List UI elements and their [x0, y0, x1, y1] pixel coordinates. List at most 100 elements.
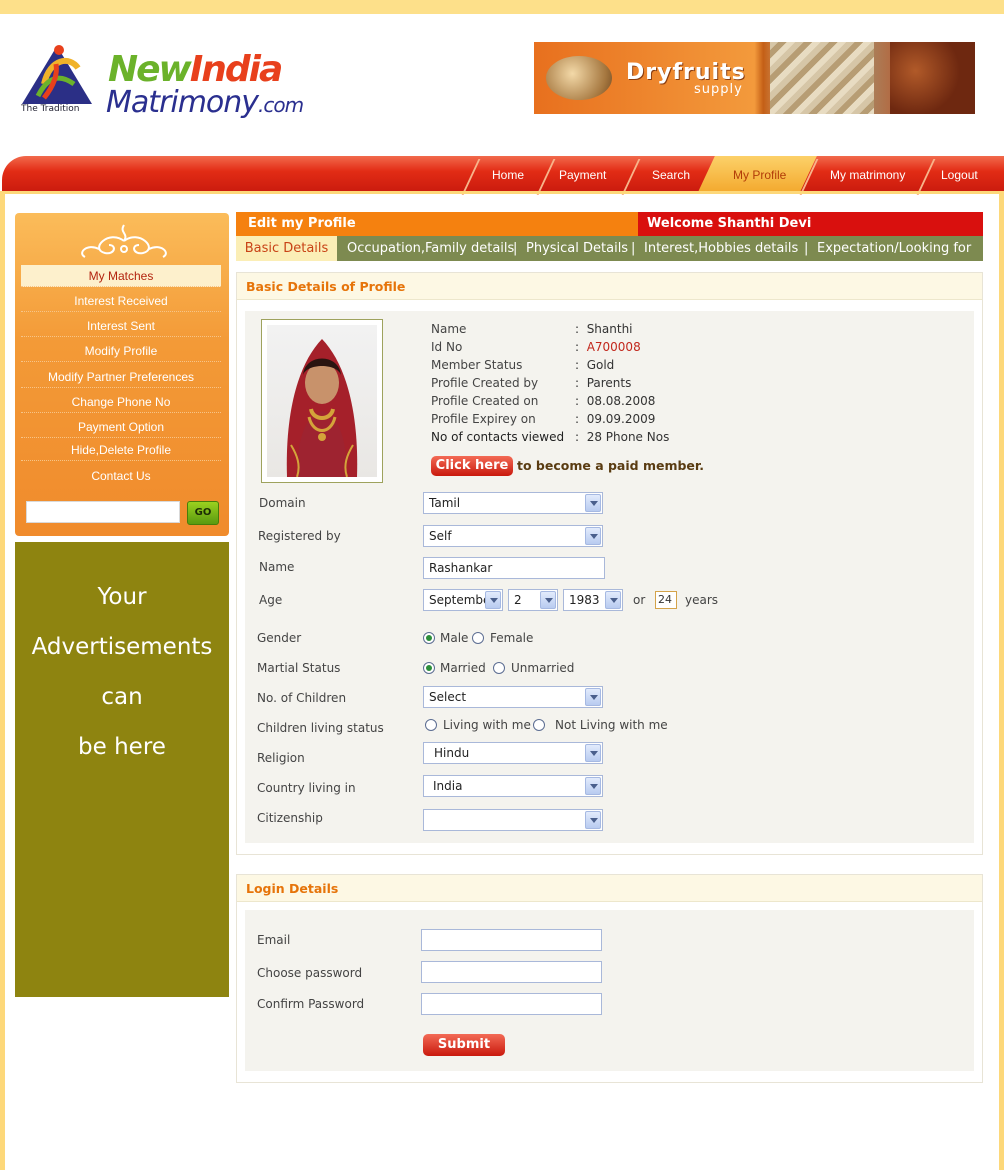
gender-female-radio[interactable] — [472, 632, 484, 644]
almonds-image — [770, 42, 874, 114]
logo-wordmark-top: NewIndia — [108, 49, 283, 90]
advertisement-box[interactable]: Your Advertisements can be here — [15, 542, 229, 997]
birth-month-select[interactable]: Septembe — [423, 589, 503, 611]
domain-select[interactable]: Tamil — [423, 492, 603, 514]
tab-interest-hobbies[interactable]: Interest,Hobbies details — [644, 236, 798, 261]
ornament-icon — [81, 224, 167, 258]
email-input[interactable] — [421, 929, 602, 951]
gender-male-radio[interactable] — [423, 632, 435, 644]
confirm-password-input[interactable] — [421, 993, 602, 1015]
age-years-input[interactable]: 24 — [655, 591, 677, 609]
top-strip — [0, 0, 1004, 14]
religion-select[interactable]: Hindu — [423, 742, 603, 764]
tab-occupation-family[interactable]: Occupation,Family details — [347, 236, 514, 261]
country-select[interactable]: India — [423, 775, 603, 797]
info-value-contacts: : 28 Phone Nos — [575, 430, 670, 444]
chevron-down-icon — [585, 744, 601, 762]
ad-text-line: be here — [78, 734, 166, 760]
birth-day-select[interactable]: 2 — [508, 589, 558, 611]
name-label: Name — [259, 560, 295, 574]
tab-expectation[interactable]: Expectation/Looking for — [817, 236, 971, 261]
login-details-body: Email Choose password Confirm Password S… — [245, 910, 974, 1071]
nav-payment[interactable]: Payment — [559, 168, 606, 182]
living-with-me-radio[interactable] — [425, 719, 437, 731]
gender-label: Gender — [257, 631, 302, 645]
info-label-expiry: Profile Expirey on — [431, 412, 536, 426]
children-select[interactable]: Select — [423, 686, 603, 708]
basic-details-body: Name Id No Member Status Profile Created… — [245, 311, 974, 843]
ad-text-line: Advertisements — [31, 634, 213, 660]
info-value-id: : A700008 — [575, 340, 641, 354]
info-label-status: Member Status — [431, 358, 523, 372]
ad-text-line: Your — [97, 584, 147, 610]
menu-hide-delete-profile[interactable]: Hide,Delete Profile — [21, 439, 221, 461]
age-or-text: or — [633, 593, 646, 607]
welcome-message: Welcome Shanthi Devi — [638, 212, 983, 236]
sidebar-search-input[interactable] — [26, 501, 180, 523]
religion-label: Religion — [257, 751, 305, 765]
paid-member-text: to become a paid member. — [517, 458, 705, 473]
nav-home[interactable]: Home — [492, 168, 524, 182]
profile-photo-frame[interactable] — [261, 319, 383, 483]
info-label-created-by: Profile Created by — [431, 376, 539, 390]
ad-text-line: can — [101, 684, 143, 710]
country-label: Country living in — [257, 781, 356, 795]
chevron-down-icon — [485, 591, 501, 609]
registered-by-select[interactable]: Self — [423, 525, 603, 547]
info-value-created-by: : Parents — [575, 376, 632, 390]
banner-subtitle: supply — [694, 82, 743, 97]
basic-details-title: Basic Details of Profile — [237, 273, 982, 300]
menu-interest-sent[interactable]: Interest Sent — [21, 315, 221, 337]
domain-label: Domain — [259, 496, 306, 510]
profile-photo — [267, 325, 377, 477]
registered-by-label: Registered by — [258, 529, 341, 543]
nav-logout[interactable]: Logout — [941, 168, 978, 182]
chevron-down-icon — [585, 688, 601, 706]
logo-wordmark-bottom: Matrimony.com — [106, 85, 304, 120]
confirm-password-label: Confirm Password — [257, 997, 365, 1011]
chevron-down-icon — [585, 777, 601, 795]
info-label-name: Name — [431, 322, 467, 336]
marital-status-label: Martial Status — [257, 661, 341, 675]
menu-modify-partner-preferences[interactable]: Modify Partner Preferences — [21, 366, 221, 388]
tab-physical-details[interactable]: Physical Details — [526, 236, 628, 261]
go-button[interactable]: GO — [187, 501, 219, 525]
submit-button[interactable]: Submit — [423, 1034, 505, 1056]
menu-payment-option[interactable]: Payment Option — [21, 416, 221, 438]
email-label: Email — [257, 933, 291, 947]
not-living-with-me-radio[interactable] — [533, 719, 545, 731]
citizenship-select[interactable] — [423, 809, 603, 831]
nav-my-matrimony[interactable]: My matrimony — [830, 168, 905, 182]
name-input[interactable]: Rashankar — [423, 557, 605, 579]
info-label-id: Id No — [431, 340, 463, 354]
menu-interest-received[interactable]: Interest Received — [21, 290, 221, 312]
living-with-me-label: Living with me — [443, 718, 531, 732]
site-logo[interactable]: The Tradition NewIndia Matrimony.com — [18, 40, 328, 130]
password-input[interactable] — [421, 961, 602, 983]
menu-modify-profile[interactable]: Modify Profile — [21, 340, 221, 362]
gender-female-label: Female — [490, 631, 534, 645]
spices-image — [890, 42, 975, 114]
chevron-down-icon — [585, 527, 601, 545]
menu-contact-us[interactable]: Contact Us — [21, 465, 221, 487]
ad-banner[interactable]: Dryfruits supply — [534, 42, 975, 114]
marital-married-radio[interactable] — [423, 662, 435, 674]
marital-unmarried-radio[interactable] — [493, 662, 505, 674]
main-nav: Home Payment Search My Profile My matrim… — [0, 156, 1004, 195]
sidebar: My Matches Interest Received Interest Se… — [15, 213, 229, 536]
click-here-button[interactable]: Click here — [431, 456, 513, 476]
menu-my-matches[interactable]: My Matches — [21, 265, 221, 287]
info-value-status: : Gold — [575, 358, 615, 372]
login-details-section: Login Details Email Choose password Conf… — [236, 874, 983, 1083]
login-details-title: Login Details — [237, 875, 982, 902]
birth-year-select[interactable]: 1983 — [563, 589, 623, 611]
tab-basic-details[interactable]: Basic Details — [236, 236, 337, 261]
info-value-created-on: : 08.08.2008 — [575, 394, 656, 408]
menu-change-phone[interactable]: Change Phone No — [21, 391, 221, 413]
nav-my-profile[interactable]: My Profile — [733, 168, 786, 182]
walnut-image — [546, 56, 612, 100]
logo-tagline: The Tradition — [21, 104, 80, 114]
chevron-down-icon — [585, 494, 601, 512]
nav-search[interactable]: Search — [652, 168, 690, 182]
info-value-name: : Shanthi — [575, 322, 633, 336]
